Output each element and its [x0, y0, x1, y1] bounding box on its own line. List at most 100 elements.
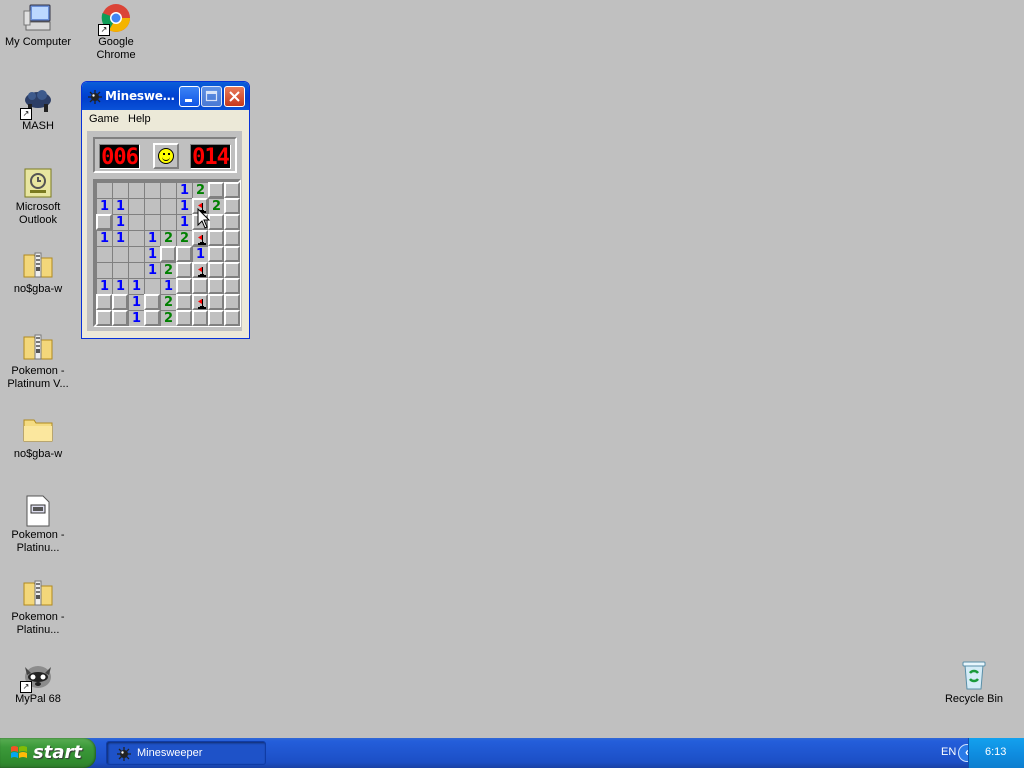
cell-hidden[interactable] [224, 310, 240, 326]
cell-hidden[interactable] [176, 246, 192, 262]
desktop-icon-pokemon-platinum-zip-2[interactable]: Pokemon - Platinu... [0, 577, 76, 637]
cell-number[interactable]: 1 [176, 198, 192, 214]
cell-hidden[interactable] [224, 246, 240, 262]
cell-hidden[interactable] [224, 278, 240, 294]
cell-number[interactable]: 1 [176, 214, 192, 230]
cell-hidden[interactable] [144, 310, 160, 326]
cell-number[interactable]: 1 [160, 278, 176, 294]
cell-hidden[interactable] [224, 230, 240, 246]
cell-number[interactable]: 1 [96, 230, 112, 246]
cell-empty[interactable] [128, 198, 144, 214]
taskbar-button-minesweeper[interactable]: Minesweeper [106, 741, 266, 765]
minefield-grid[interactable]: 1211121111122111211111212 [93, 179, 241, 327]
cell-number[interactable]: 2 [176, 230, 192, 246]
minimize-button[interactable] [179, 86, 200, 107]
cell-hidden[interactable] [160, 246, 176, 262]
cell-number[interactable]: 1 [96, 198, 112, 214]
desktop-icon-pokemon-platinum-doc[interactable]: Pokemon - Platinu... [0, 495, 76, 555]
cell-hidden[interactable] [224, 198, 240, 214]
cell-hidden[interactable] [176, 310, 192, 326]
cell-hidden[interactable] [224, 214, 240, 230]
cell-hidden[interactable] [208, 310, 224, 326]
cell-number[interactable]: 1 [144, 230, 160, 246]
cell-empty[interactable] [96, 182, 112, 198]
smiley-reset-button[interactable] [153, 143, 179, 169]
cell-number[interactable]: 1 [128, 294, 144, 310]
cell-empty[interactable] [96, 262, 112, 278]
cell-hidden[interactable] [176, 294, 192, 310]
cell-number[interactable]: 1 [112, 214, 128, 230]
cell-empty[interactable] [128, 182, 144, 198]
cell-hidden[interactable] [176, 278, 192, 294]
cell-number[interactable]: 1 [192, 246, 208, 262]
menu-help[interactable]: Help [128, 113, 151, 125]
cell-hidden[interactable] [112, 310, 128, 326]
cell-hidden[interactable] [208, 294, 224, 310]
cell-hidden[interactable] [224, 294, 240, 310]
cell-hidden[interactable] [176, 262, 192, 278]
cell-hidden[interactable] [224, 182, 240, 198]
cell-number[interactable]: 1 [112, 230, 128, 246]
cell-number[interactable]: 1 [128, 310, 144, 326]
cell-number[interactable]: 2 [160, 262, 176, 278]
cell-hidden[interactable] [224, 262, 240, 278]
cell-hidden[interactable] [208, 182, 224, 198]
menu-game[interactable]: Game [89, 113, 119, 125]
clock[interactable]: 6:13 [985, 746, 1006, 758]
cell-empty[interactable] [144, 182, 160, 198]
cell-hidden[interactable] [208, 230, 224, 246]
cell-hidden[interactable] [96, 214, 112, 230]
cell-empty[interactable] [128, 214, 144, 230]
cell-number[interactable]: 1 [112, 278, 128, 294]
cell-empty[interactable] [160, 182, 176, 198]
cell-hidden[interactable] [144, 294, 160, 310]
cell-number[interactable]: 1 [96, 278, 112, 294]
cell-hidden[interactable] [96, 294, 112, 310]
cell-number[interactable]: 2 [160, 310, 176, 326]
desktop-icon-pokemon-platinum-zip[interactable]: Pokemon - Platinum V... [0, 331, 76, 391]
cell-empty[interactable] [112, 182, 128, 198]
desktop-icon-google-chrome[interactable]: ↗ Google Chrome [78, 2, 154, 62]
cell-number[interactable]: 1 [144, 246, 160, 262]
desktop-icon-mash[interactable]: ↗ MASH [0, 86, 76, 133]
cell-flagged[interactable] [192, 294, 208, 310]
desktop-icon-my-computer[interactable]: My Computer [0, 2, 76, 49]
cell-number[interactable]: 1 [112, 198, 128, 214]
minesweeper-window[interactable]: Mineswe… Game Help 006 014 12111211111 2… [81, 81, 250, 339]
title-bar[interactable]: Mineswe… [82, 82, 249, 110]
cell-empty[interactable] [144, 278, 160, 294]
cell-empty[interactable] [128, 262, 144, 278]
language-indicator[interactable]: EN [941, 746, 956, 758]
cell-empty[interactable] [112, 246, 128, 262]
desktop-icon-recycle-bin[interactable]: Recycle Bin [936, 659, 1012, 706]
cell-empty[interactable] [144, 198, 160, 214]
maximize-button[interactable] [201, 86, 222, 107]
cell-hidden[interactable] [192, 278, 208, 294]
cell-number[interactable]: 1 [176, 182, 192, 198]
cell-empty[interactable] [112, 262, 128, 278]
desktop-icon-no-gba-folder[interactable]: no$gba-w [0, 414, 76, 461]
cell-hidden[interactable] [208, 262, 224, 278]
cell-hidden[interactable] [112, 294, 128, 310]
cell-number[interactable]: 2 [192, 182, 208, 198]
cell-hidden[interactable] [192, 310, 208, 326]
cell-hidden[interactable] [208, 278, 224, 294]
cell-number[interactable]: 2 [160, 294, 176, 310]
cell-empty[interactable] [128, 246, 144, 262]
cell-flagged[interactable] [192, 262, 208, 278]
cell-empty[interactable] [128, 230, 144, 246]
cell-empty[interactable] [144, 214, 160, 230]
cell-number[interactable]: 1 [128, 278, 144, 294]
cell-flagged[interactable] [192, 230, 208, 246]
cell-number[interactable]: 2 [160, 230, 176, 246]
cell-hidden[interactable] [96, 310, 112, 326]
cell-hidden[interactable] [208, 246, 224, 262]
desktop-icon-microsoft-outlook[interactable]: Microsoft Outlook [0, 167, 76, 227]
cell-number[interactable]: 1 [144, 262, 160, 278]
desktop-icon-mypal[interactable]: ↗ MyPal 68 [0, 659, 76, 706]
cell-empty[interactable] [160, 198, 176, 214]
start-button[interactable]: start [0, 738, 96, 768]
cell-empty[interactable] [96, 246, 112, 262]
cell-empty[interactable] [160, 214, 176, 230]
close-button[interactable] [224, 86, 245, 107]
